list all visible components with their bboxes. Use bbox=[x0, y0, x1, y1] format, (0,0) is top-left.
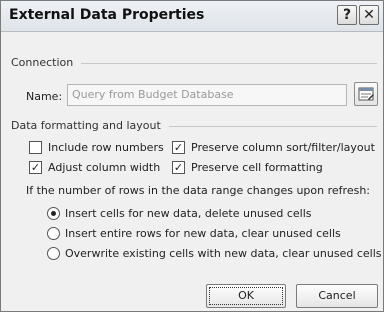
connection-name-field[interactable]: Query from Budget Database bbox=[67, 84, 347, 106]
properties-icon bbox=[358, 87, 374, 101]
formatting-section-label: Data formatting and layout bbox=[11, 119, 161, 132]
refresh-question: If the number of rows in the data range … bbox=[26, 184, 370, 197]
include-row-numbers-checkbox[interactable]: Include row numbers bbox=[29, 141, 164, 154]
connection-divider bbox=[81, 63, 377, 64]
radio-insert-rows[interactable]: Insert entire rows for new data, clear u… bbox=[47, 227, 341, 240]
connection-section-label: Connection bbox=[11, 56, 74, 69]
close-button[interactable]: ✕ bbox=[359, 5, 379, 25]
checkmark-icon: ✓ bbox=[172, 161, 185, 174]
ok-button-label: OK bbox=[209, 287, 283, 305]
adjust-column-width-checkbox[interactable]: ✓ Adjust column width bbox=[29, 161, 160, 174]
cancel-button[interactable]: Cancel bbox=[296, 284, 378, 308]
formatting-divider bbox=[169, 126, 377, 127]
checkbox-label: Include row numbers bbox=[48, 141, 164, 154]
radio-overwrite-cells[interactable]: Overwrite existing cells with new data, … bbox=[47, 247, 381, 260]
checkbox-label: Preserve cell formatting bbox=[191, 161, 323, 174]
radio-circle bbox=[47, 247, 60, 260]
connection-properties-button[interactable] bbox=[354, 82, 378, 106]
radio-insert-cells[interactable]: Insert cells for new data, delete unused… bbox=[47, 207, 312, 220]
title-bar: External Data Properties ? ✕ bbox=[1, 1, 383, 32]
checkbox-label: Preserve column sort/filter/layout bbox=[191, 141, 375, 154]
external-data-properties-dialog: External Data Properties ? ✕ Connection … bbox=[0, 0, 384, 312]
preserve-cell-formatting-checkbox[interactable]: ✓ Preserve cell formatting bbox=[172, 161, 323, 174]
radio-label: Insert entire rows for new data, clear u… bbox=[65, 227, 341, 240]
checkbox-label: Adjust column width bbox=[48, 161, 161, 174]
checkmark-icon: ✓ bbox=[172, 141, 185, 154]
name-label: Name: bbox=[26, 90, 63, 103]
preserve-column-sort-checkbox[interactable]: ✓ Preserve column sort/filter/layout bbox=[172, 141, 375, 154]
radio-selected-dot bbox=[51, 211, 56, 216]
dialog-title: External Data Properties bbox=[9, 7, 205, 23]
radio-label: Insert cells for new data, delete unused… bbox=[65, 207, 312, 220]
radio-circle bbox=[47, 207, 60, 220]
checkbox-box bbox=[29, 141, 42, 154]
radio-circle bbox=[47, 227, 60, 240]
ok-button[interactable]: OK bbox=[206, 284, 286, 308]
checkmark-icon: ✓ bbox=[29, 161, 42, 174]
radio-label: Overwrite existing cells with new data, … bbox=[65, 247, 382, 260]
help-button[interactable]: ? bbox=[337, 5, 357, 25]
